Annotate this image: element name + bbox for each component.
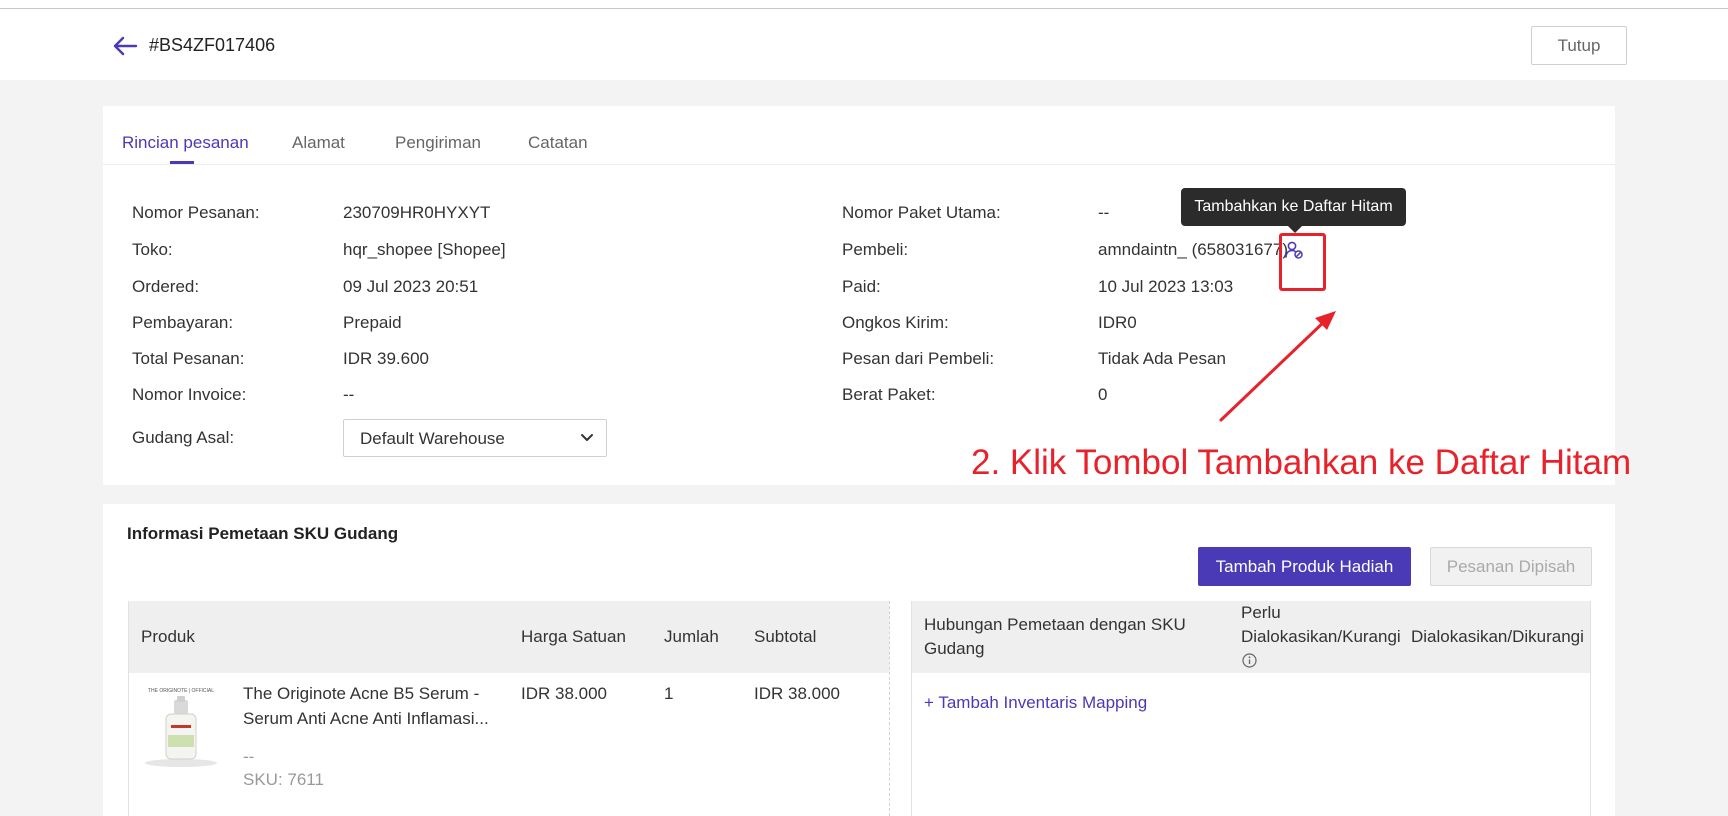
col-subtotal: Subtotal [754,627,817,646]
split-order-button[interactable]: Pesanan Dipisah [1430,547,1592,586]
annotation-instruction: 2. Klik Tombol Tambahkan ke Daftar Hitam [971,443,1632,482]
col-allocated: Dialokasikan/Dikurangi [1411,627,1584,646]
tooltip-arrow [1288,226,1302,233]
main-package-label: Nomor Paket Utama: [842,203,1001,222]
shipping-cost-label: Ongkos Kirim: [842,313,949,332]
buyer-message-label: Pesan dari Pembeli: [842,349,995,368]
tab-bar: Rincian pesanan Alamat Pengiriman Catata… [103,106,1615,165]
sku-mapping-card: Informasi Pemetaan SKU Gudang Tambah Pro… [103,504,1615,816]
tab-address[interactable]: Alamat [292,133,345,153]
col-mapping-line1: Hubungan Pemetaan dengan SKU [924,615,1186,634]
tab-shipping[interactable]: Pengiriman [395,133,481,153]
col-allocate-line2: Dialokasikan/Kurangi [1241,627,1401,646]
order-number-label: Nomor Pesanan: [132,203,260,222]
paid-label: Paid: [842,277,881,296]
product-sku: SKU: 7611 [243,770,324,789]
chevron-down-icon [581,434,593,441]
product-table: Produk Harga Satuan Jumlah Subtotal THE … [128,601,890,816]
svg-text:THE ORIGINOTE | OFFICIAL: THE ORIGINOTE | OFFICIAL [148,688,214,694]
tab-notes[interactable]: Catatan [528,133,588,153]
col-mapping-line2: Gudang [924,639,985,658]
order-id-title: #BS4ZF017406 [149,35,276,55]
paid-value: 10 Jul 2023 13:03 [1098,277,1234,296]
order-number-value: 230709HR0HYXYT [343,203,491,222]
col-product: Produk [141,627,195,646]
package-weight-value: 0 [1098,385,1108,404]
annotation-arrow-icon [1219,311,1336,422]
col-qty: Jumlah [664,627,719,646]
order-details-card: Rincian pesanan Alamat Pengiriman Catata… [103,106,1615,485]
ordered-value: 09 Jul 2023 20:51 [343,277,479,296]
invoice-number-label: Nomor Invoice: [132,385,247,404]
col-allocate-line1: Perlu [1241,603,1281,622]
add-inventory-mapping-link[interactable]: + Tambah Inventaris Mapping [924,693,1147,713]
page-header: #BS4ZF017406 Tutup [0,9,1728,80]
add-gift-product-button[interactable]: Tambah Produk Hadiah [1198,547,1411,586]
warehouse-label: Gudang Asal: [132,428,235,447]
product-image: THE ORIGINOTE | OFFICIAL [145,688,217,767]
active-tab-indicator [170,161,194,164]
buyer-value: amndaintn_ (658031677) [1098,240,1288,259]
info-icon[interactable] [1242,653,1257,668]
order-total-label: Total Pesanan: [132,349,245,368]
warehouse-select-value: Default Warehouse [360,429,505,448]
package-weight-label: Berat Paket: [842,385,936,404]
ordered-label: Ordered: [132,277,200,296]
product-name-line2[interactable]: Serum Anti Acne Anti Inflamasi... [243,706,489,731]
col-unit-price: Harga Satuan [521,627,626,646]
mapping-table: Hubungan Pemetaan dengan SKU Gudang Perl… [911,601,1591,816]
store-label: Toko: [132,240,173,259]
blacklist-tooltip: Tambahkan ke Daftar Hitam [1181,188,1406,226]
annotation-highlight-box [1279,233,1326,291]
product-qty: 1 [664,684,674,703]
store-value: hqr_shopee [Shopee] [343,240,506,259]
buyer-message-value: Tidak Ada Pesan [1098,349,1226,368]
product-unit-price: IDR 38.000 [521,684,607,703]
mapping-table-header: Hubungan Pemetaan dengan SKU Gudang Perl… [912,601,1590,673]
main-package-value: -- [1098,203,1110,222]
product-variant: -- [243,747,255,766]
payment-value: Prepaid [343,313,402,332]
arrow-left-icon[interactable] [112,35,138,57]
order-total-value: IDR 39.600 [343,349,429,368]
sku-section-title: Informasi Pemetaan SKU Gudang [127,524,399,543]
product-subtotal: IDR 38.000 [754,684,840,703]
top-border [0,0,1728,9]
buyer-label: Pembeli: [842,240,909,259]
payment-label: Pembayaran: [132,313,234,332]
product-table-header: Produk Harga Satuan Jumlah Subtotal [129,601,889,673]
warehouse-select[interactable]: Default Warehouse [343,419,607,457]
tab-order-details[interactable]: Rincian pesanan [122,133,249,153]
close-button[interactable]: Tutup [1531,26,1627,65]
shipping-cost-value: IDR0 [1098,313,1137,332]
invoice-number-value: -- [343,385,355,404]
product-name-line1[interactable]: The Originote Acne B5 Serum - [243,681,479,706]
